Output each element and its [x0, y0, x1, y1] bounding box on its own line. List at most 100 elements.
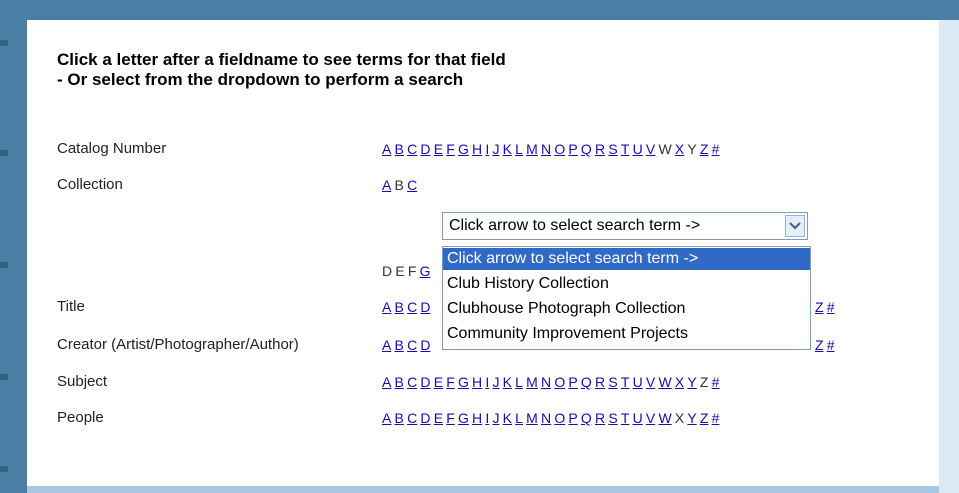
letter-link[interactable]: A [382, 141, 391, 157]
letter-link[interactable]: J [492, 141, 499, 157]
letter-link[interactable]: A [382, 374, 391, 390]
letter-link[interactable]: K [503, 374, 512, 390]
letter-link[interactable]: B [395, 337, 404, 353]
letter-link[interactable]: H [472, 141, 482, 157]
letter-link[interactable]: D [420, 374, 430, 390]
letter-link[interactable]: P [568, 374, 577, 390]
letter-link[interactable]: B [395, 299, 404, 315]
letter-link[interactable]: Z [815, 299, 824, 315]
letter-link[interactable]: V [646, 141, 655, 157]
letter-link[interactable]: L [515, 141, 523, 157]
letter-link[interactable]: F [446, 374, 455, 390]
letter-link[interactable]: A [382, 299, 391, 315]
letter-link[interactable]: E [434, 141, 443, 157]
letter-link[interactable]: X [675, 141, 684, 157]
letter-link[interactable]: G [458, 141, 469, 157]
letter-link[interactable]: S [608, 374, 617, 390]
letter-index-subject: A B C D E F G H I J K L M N O P Q R S T U V W X Y Z # [382, 374, 723, 390]
letter-link[interactable]: C [407, 337, 417, 353]
letter-link[interactable]: O [554, 374, 565, 390]
letter-link[interactable]: I [485, 410, 489, 426]
letter-link[interactable]: K [503, 410, 512, 426]
letter-link[interactable]: # [712, 410, 720, 426]
option-placeholder[interactable]: Click arrow to select search term -> [443, 248, 810, 270]
letter-link[interactable]: P [568, 410, 577, 426]
letter-link[interactable]: M [526, 374, 538, 390]
letter-link[interactable]: T [621, 410, 630, 426]
letter-link[interactable]: T [621, 141, 630, 157]
letter-link[interactable]: C [407, 410, 417, 426]
letter-link[interactable]: W [658, 410, 671, 426]
letter-link[interactable]: Q [581, 410, 592, 426]
letter-link[interactable]: Q [581, 141, 592, 157]
letter-link[interactable]: A [382, 410, 391, 426]
letter-link[interactable]: G [458, 410, 469, 426]
letter-link[interactable]: O [554, 141, 565, 157]
letter-link[interactable]: I [485, 374, 489, 390]
letter-link[interactable]: B [395, 141, 404, 157]
letter-link[interactable]: C [407, 177, 417, 193]
letter-link[interactable]: E [434, 410, 443, 426]
letter-link[interactable]: Y [687, 374, 696, 390]
letter-link[interactable]: S [608, 410, 617, 426]
search-term-select[interactable]: Click arrow to select search term -> [442, 212, 808, 240]
letter-link[interactable]: N [541, 141, 551, 157]
letter-link[interactable]: R [595, 374, 605, 390]
letter-link[interactable]: A [382, 177, 391, 193]
letter-link[interactable]: Z [815, 337, 824, 353]
letter-link[interactable]: D [420, 410, 430, 426]
letter-link[interactable]: U [633, 374, 643, 390]
letter-link[interactable]: Y [687, 410, 696, 426]
letter-link[interactable]: C [407, 374, 417, 390]
letter-link[interactable]: U [633, 410, 643, 426]
letter-link[interactable]: F [446, 410, 455, 426]
letter-link[interactable]: # [827, 337, 835, 353]
option-community-improvement-projects[interactable]: Community Improvement Projects [443, 323, 810, 345]
letter-link[interactable]: Z [700, 410, 709, 426]
letter-link[interactable]: # [827, 299, 835, 315]
letter-link[interactable]: # [712, 374, 720, 390]
letter-link[interactable]: H [472, 374, 482, 390]
letter-link[interactable]: S [608, 141, 617, 157]
letter-link[interactable]: T [621, 374, 630, 390]
letter-link[interactable]: G [458, 374, 469, 390]
letter-link[interactable]: D [420, 337, 430, 353]
letter-link[interactable]: # [712, 141, 720, 157]
letter-link[interactable]: M [526, 410, 538, 426]
letter-link[interactable]: P [568, 141, 577, 157]
letter-link[interactable]: F [446, 141, 455, 157]
letter-link[interactable]: R [595, 410, 605, 426]
letter-link[interactable]: D [420, 299, 430, 315]
letter-link[interactable]: K [503, 141, 512, 157]
letter-link[interactable]: J [492, 374, 499, 390]
letter-link[interactable]: V [646, 374, 655, 390]
letter-link[interactable]: C [407, 299, 417, 315]
letter-link[interactable]: I [485, 141, 489, 157]
letter-link[interactable]: Z [700, 141, 709, 157]
letter-link[interactable]: W [658, 374, 671, 390]
letter-link[interactable]: C [407, 141, 417, 157]
letter-link[interactable]: A [382, 337, 391, 353]
letter-link[interactable]: R [595, 141, 605, 157]
letter-link[interactable]: L [515, 410, 523, 426]
option-clubhouse-photograph-collection[interactable]: Clubhouse Photograph Collection [443, 298, 810, 320]
letter-link[interactable]: B [395, 374, 404, 390]
letter-link[interactable]: O [554, 410, 565, 426]
letter-link[interactable]: J [492, 410, 499, 426]
letter-link[interactable]: B [395, 410, 404, 426]
letter-link[interactable]: N [541, 410, 551, 426]
letter-link[interactable]: U [633, 141, 643, 157]
option-club-history-collection[interactable]: Club History Collection [443, 273, 810, 295]
letter-index-creator: ABCD [382, 337, 434, 353]
letter-link[interactable]: M [526, 141, 538, 157]
dropdown-arrow-button[interactable] [785, 215, 805, 237]
letter-link[interactable]: V [646, 410, 655, 426]
letter-link[interactable]: Q [581, 374, 592, 390]
letter-link[interactable]: G [420, 263, 431, 279]
letter-link[interactable]: D [420, 141, 430, 157]
letter-link[interactable]: X [675, 374, 684, 390]
letter-link[interactable]: L [515, 374, 523, 390]
letter-link[interactable]: H [472, 410, 482, 426]
letter-link[interactable]: E [434, 374, 443, 390]
letter-link[interactable]: N [541, 374, 551, 390]
